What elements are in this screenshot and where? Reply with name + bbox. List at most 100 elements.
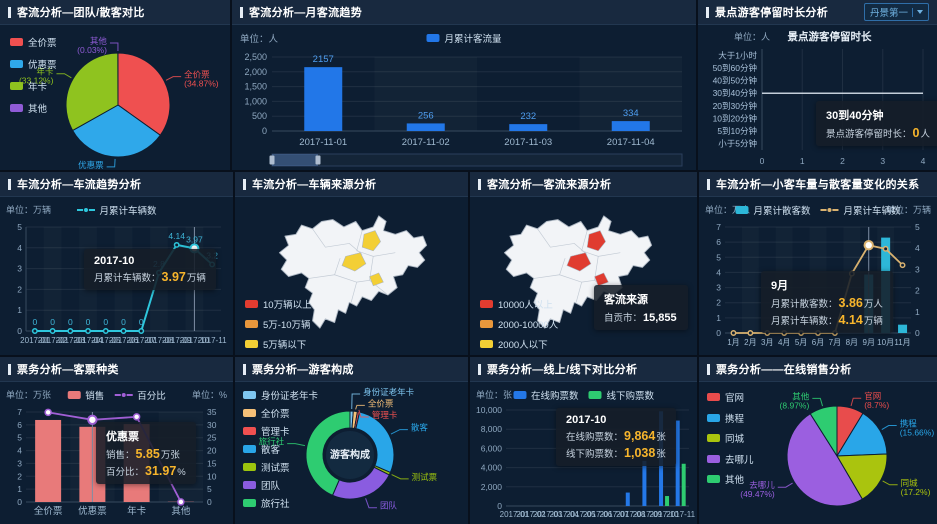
pie-label: 全价票(34.87%) — [184, 70, 219, 89]
chart-text: 20到30分钟 — [713, 101, 757, 111]
label-line — [778, 483, 793, 487]
data-point[interactable] — [45, 409, 51, 415]
legend-item[interactable]: 身份证老年卡 — [243, 388, 318, 402]
legend-item[interactable]: 5万辆以下 — [245, 337, 312, 351]
legend-chip-icon — [480, 320, 493, 328]
bar[interactable] — [676, 421, 680, 506]
legend-item[interactable]: 2000-10000人 — [480, 317, 558, 331]
datazoom-track[interactable] — [272, 154, 682, 166]
chart-text: 景点游客停留时长 — [787, 30, 872, 43]
data-point[interactable] — [134, 414, 140, 420]
legend-item[interactable]: 10万辆以上 — [245, 297, 312, 311]
header-tick-icon — [243, 179, 246, 190]
legend-item[interactable]: 销售 — [67, 388, 104, 402]
chart-text: 0 — [17, 326, 22, 336]
data-point[interactable] — [174, 243, 178, 247]
chart-text: 0 — [760, 156, 765, 166]
legend-item[interactable]: 年卡 — [10, 79, 57, 93]
chart-text: 30 — [207, 420, 217, 430]
legend-label: 官网 — [725, 390, 744, 404]
legend-item[interactable]: 团队 — [243, 478, 318, 492]
datazoom-handle[interactable] — [316, 156, 321, 165]
legend-item[interactable]: 在线购票数 — [513, 388, 579, 402]
legend-item[interactable]: 测试票 — [243, 460, 318, 474]
legend: 10000人以上 2000-10000人 2000人以下 — [480, 297, 558, 351]
legend-label: 旅行社 — [261, 496, 290, 510]
legend-item[interactable]: 全价票 — [243, 406, 318, 420]
bar[interactable] — [642, 461, 646, 506]
legend-item[interactable]: 其他 — [10, 101, 57, 115]
legend-item[interactable]: 管理卡 — [243, 424, 318, 438]
legend-label: 年卡 — [28, 79, 47, 93]
legend-item[interactable]: 5万-10万辆 — [245, 317, 312, 331]
tooltip: 优惠票销售：5.85万张百分比：31.97% — [96, 422, 196, 484]
chart-canvas: 单位：人景点游客停留时长01234大于1小时50到60分钟40到50分钟30到4… — [698, 25, 937, 170]
pie-label: 管理卡 — [372, 410, 398, 420]
legend-item[interactable]: 2000人以下 — [480, 337, 558, 351]
scenic-spot-select[interactable]: 丹景第一 — [864, 3, 929, 21]
legend-item[interactable]: 去哪儿 — [707, 452, 754, 466]
legend-item[interactable]: 散客 — [243, 442, 318, 456]
pie-label: 官网(8.7%) — [864, 391, 889, 410]
data-point[interactable] — [731, 331, 735, 335]
legend-item[interactable]: 月累计散客数 — [735, 203, 810, 217]
data-point[interactable] — [178, 499, 184, 505]
monthly-flow-bar-chart: 单位：人05001,0001,5002,0002,50021572017-11-… — [232, 25, 696, 170]
data-point[interactable] — [900, 263, 904, 267]
legend-item[interactable]: 官网 — [707, 390, 754, 404]
datazoom-handle[interactable] — [270, 156, 275, 165]
legend-chip-icon — [243, 481, 256, 489]
data-point[interactable] — [139, 329, 143, 333]
data-point[interactable] — [86, 329, 90, 333]
bar[interactable] — [509, 124, 547, 131]
legend-chip-icon — [707, 434, 720, 442]
bar[interactable] — [682, 464, 686, 506]
select-value: 丹景第一 — [870, 5, 908, 19]
chart-text: 20 — [207, 446, 217, 456]
pie-label: 其他(8.97%) — [780, 391, 810, 410]
data-point[interactable] — [68, 329, 72, 333]
legend-item[interactable]: 月累计车辆数 — [821, 203, 901, 217]
marker-point[interactable] — [865, 241, 873, 249]
legend-item[interactable]: 同城 — [707, 431, 754, 445]
legend-item[interactable]: 携程 — [707, 411, 754, 425]
data-point[interactable] — [33, 329, 37, 333]
legend-item[interactable]: 百分比 — [114, 388, 166, 402]
chart-text: 7 — [716, 222, 721, 232]
legend-item[interactable]: 月累计车辆数 — [76, 203, 156, 217]
team-individual-pie-chart: 全价票(34.87%)优惠票(31.98%)年卡(33.12%)其他(0.03%… — [0, 25, 230, 170]
bar[interactable] — [304, 67, 342, 131]
panel-visitor-source: 客流分析—客流来源分析 10000人以上2000-10000人2000人以下客流… — [470, 172, 697, 355]
legend-item[interactable]: 其他 — [707, 472, 754, 486]
data-point[interactable] — [104, 329, 108, 333]
bar[interactable] — [898, 325, 907, 333]
bar[interactable] — [665, 496, 669, 506]
chart-text: 全价票 — [34, 505, 63, 517]
bar[interactable] — [407, 123, 445, 131]
data-point[interactable] — [748, 331, 752, 335]
legend-label: 10000人以上 — [498, 297, 553, 311]
legend-item[interactable]: 优惠票 — [10, 57, 57, 71]
chart-text: 2 — [17, 284, 22, 294]
legend-item[interactable]: 旅行社 — [243, 496, 318, 510]
chart-text: 2017-11 — [666, 510, 695, 519]
chart-text: 游客构成 — [330, 448, 370, 461]
bar[interactable] — [35, 420, 61, 502]
data-point[interactable] — [50, 329, 54, 333]
legend-item[interactable]: 全价票 — [10, 35, 57, 49]
chart-text: 1 — [915, 307, 920, 317]
chart-text: 6 — [716, 237, 721, 247]
legend-item[interactable]: 10000人以上 — [480, 297, 558, 311]
bar[interactable] — [626, 493, 630, 506]
chart-text: 0 — [86, 317, 91, 327]
tooltip-value: 3.97 — [161, 270, 187, 284]
legend: 在线购票数线下购票数 — [513, 388, 654, 402]
select-divider — [912, 8, 913, 17]
bar[interactable] — [612, 121, 650, 131]
legend-item[interactable]: 月累计客流量 — [426, 31, 501, 45]
data-point[interactable] — [121, 329, 125, 333]
legend-chip-icon — [243, 391, 256, 399]
data-point[interactable] — [883, 247, 887, 251]
datazoom-window[interactable] — [272, 154, 318, 166]
legend-item[interactable]: 线下购票数 — [589, 388, 655, 402]
